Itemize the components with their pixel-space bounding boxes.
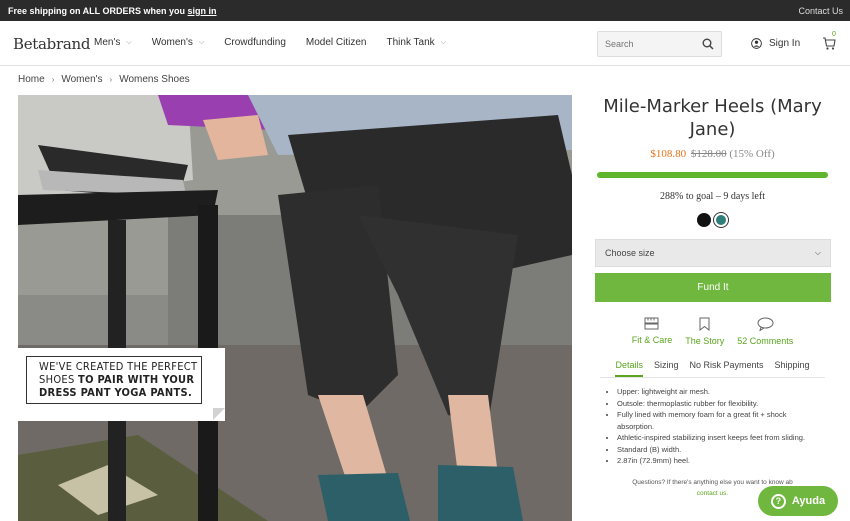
speech-bubble-icon — [757, 317, 774, 331]
discount-label: (15% Off) — [729, 148, 775, 160]
nav-item-mens[interactable]: Men's ⌵ — [94, 37, 132, 48]
breadcrumb-womens-shoes[interactable]: Womens Shoes — [119, 74, 189, 85]
search-icon[interactable] — [702, 38, 714, 50]
free-shipping-promo: Free shipping on ALL ORDERS when you sig… — [8, 5, 217, 16]
goal-status: 288% to goal – 9 days left — [660, 191, 765, 202]
comments-link[interactable]: 52 Comments — [737, 317, 793, 346]
tab-details[interactable]: Details — [615, 360, 643, 377]
contact-us-link[interactable]: Contact Us — [798, 6, 843, 16]
product-photo — [18, 95, 572, 521]
user-icon — [751, 38, 762, 49]
product-tabs: Details Sizing No Risk Payments Shipping — [590, 360, 835, 377]
chevron-down-icon: ⌵ — [440, 38, 446, 46]
breadcrumb: Home › Women's › Womens Shoes — [18, 74, 190, 85]
divider — [600, 377, 825, 378]
tab-no-risk-payments[interactable]: No Risk Payments — [689, 360, 763, 377]
nav-item-crowdfunding[interactable]: Crowdfunding — [224, 37, 286, 48]
chevron-right-icon: › — [51, 75, 55, 84]
question-icon: ? — [770, 493, 786, 509]
product-panel: Mile-Marker Heels (Mary Jane) $108.80 $1… — [590, 95, 835, 499]
promo-bar: Free shipping on ALL ORDERS when you sig… — [0, 0, 850, 21]
cart-button[interactable]: 0 — [822, 31, 840, 51]
callout-tail — [213, 408, 225, 420]
swatch-teal[interactable] — [714, 213, 728, 227]
product-hero-image: WE'VE CREATED THE PERFECT SHOES TO PAIR … — [18, 95, 572, 521]
list-item: 2.87in (72.9mm) heel. — [617, 455, 806, 467]
sign-in-link[interactable]: Sign In — [751, 38, 800, 49]
chevron-down-icon: ⌵ — [198, 38, 205, 46]
progress-fill — [597, 172, 828, 178]
original-price: $128.00 — [690, 148, 727, 160]
nav-item-model-citizen[interactable]: Model Citizen — [306, 37, 367, 48]
list-item: Upper: lightweight air mesh. — [617, 386, 806, 398]
tab-sizing[interactable]: Sizing — [654, 360, 679, 377]
list-item: Athletic-inspired stabilizing insert kee… — [617, 432, 806, 444]
hero-callout: WE'VE CREATED THE PERFECT SHOES TO PAIR … — [18, 348, 225, 421]
color-swatches — [590, 213, 835, 227]
nav-item-think-tank[interactable]: Think Tank ⌵ — [387, 37, 447, 48]
search-box — [597, 31, 722, 57]
ruler-icon — [644, 317, 659, 330]
size-select[interactable]: Choose size ⌵ — [595, 239, 831, 267]
details-list: Upper: lightweight air mesh. Outsole: th… — [606, 386, 806, 467]
list-item: Outsole: thermoplastic rubber for flexib… — [617, 398, 806, 410]
funding-progress-bar — [597, 172, 828, 178]
contact-us-inline-link[interactable]: contact us. — [697, 490, 728, 497]
main-navigation: Betabrand Men's ⌵ Women's ⌵ Crowdfunding M… — [0, 21, 850, 66]
chevron-right-icon: › — [109, 75, 113, 84]
fund-it-button[interactable]: Fund It — [595, 273, 831, 302]
list-item: Standard (B) width. — [617, 444, 806, 456]
nav-links: Men's ⌵ Women's ⌵ Crowdfunding Model Citiz… — [94, 37, 466, 48]
sale-price: $108.80 — [650, 148, 687, 160]
the-story-link[interactable]: The Story — [685, 317, 724, 346]
cart-count-badge: 0 — [832, 31, 836, 38]
breadcrumb-home[interactable]: Home — [18, 74, 45, 85]
breadcrumb-womens[interactable]: Women's — [61, 74, 102, 85]
bookmark-icon — [699, 317, 710, 331]
tab-shipping[interactable]: Shipping — [775, 360, 810, 377]
callout-text: WE'VE CREATED THE PERFECT SHOES TO PAIR … — [26, 356, 202, 404]
brand-logo[interactable]: Betabrand — [13, 35, 90, 53]
product-title: Mile-Marker Heels (Mary Jane) — [603, 96, 822, 140]
info-links: Fit & Care The Story 52 Comments — [590, 317, 835, 346]
search-input[interactable] — [598, 32, 698, 56]
cart-icon — [823, 37, 836, 50]
list-item: Fully lined with memory foam for a great… — [617, 409, 806, 432]
chevron-down-icon: ⌵ — [126, 38, 132, 46]
nav-item-womens[interactable]: Women's ⌵ — [152, 37, 205, 48]
chevron-down-icon: ⌵ — [814, 248, 821, 257]
price: $108.80 $128.00 (15% Off) — [590, 148, 835, 160]
help-chat-button[interactable]: ? Ayuda — [758, 486, 838, 516]
promo-sign-in-link[interactable]: sign in — [188, 6, 217, 16]
fit-care-link[interactable]: Fit & Care — [632, 317, 672, 346]
swatch-black[interactable] — [697, 213, 711, 227]
